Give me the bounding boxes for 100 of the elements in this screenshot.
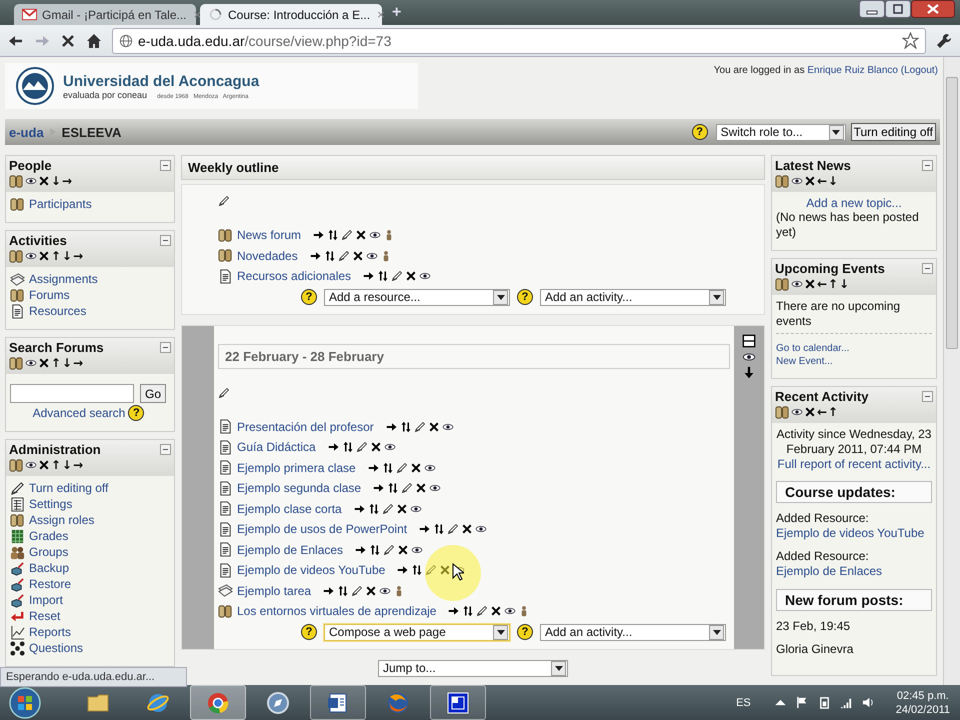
move-arrows[interactable]: ←↑	[817, 405, 840, 419]
taskbar-app-button[interactable]	[430, 685, 486, 720]
go-button[interactable]: Go	[140, 384, 166, 403]
block-link[interactable]: Settings	[29, 497, 72, 511]
power-icon[interactable]	[818, 696, 831, 709]
entry-link[interactable]: Ejemplo de videos YouTube	[776, 526, 932, 541]
delete-icon[interactable]	[490, 605, 502, 618]
activity-link[interactable]: Ejemplo segunda clase	[237, 481, 362, 496]
block-link[interactable]: Reset	[29, 609, 60, 623]
arrow-right-icon[interactable]	[419, 523, 432, 536]
collapse-icon[interactable]	[160, 342, 171, 353]
arrow-right-icon[interactable]	[448, 605, 460, 618]
delete-icon[interactable]	[804, 278, 816, 290]
add-activity-select[interactable]: Add an activity...	[540, 624, 726, 640]
delete-icon[interactable]	[38, 459, 50, 471]
pencil-icon[interactable]	[391, 270, 404, 282]
pencil-icon[interactable]	[218, 386, 230, 398]
activity-link[interactable]: Ejemplo primera clase	[237, 460, 356, 475]
turn-editing-off-button[interactable]: Turn editing off	[850, 123, 936, 141]
add-resource-select[interactable]: Compose a web page	[324, 624, 510, 640]
calendar-link[interactable]: Go to calendar...	[776, 343, 850, 354]
collapse-sections-icon[interactable]	[742, 334, 756, 348]
wrench-icon[interactable]	[936, 32, 952, 48]
arrow-right-icon[interactable]	[328, 441, 340, 454]
delete-icon[interactable]	[397, 544, 410, 556]
pencil-icon[interactable]	[396, 462, 408, 474]
delete-icon[interactable]	[410, 462, 422, 474]
block-link[interactable]: Turn editing off	[29, 481, 108, 495]
arrow-right-icon[interactable]	[313, 229, 326, 242]
arrow-right-icon[interactable]	[373, 482, 386, 494]
up-down-arrows-icon[interactable]	[327, 229, 340, 242]
up-down-arrows-icon[interactable]	[324, 250, 336, 262]
stop-icon[interactable]	[60, 32, 76, 48]
block-link[interactable]: Assignments	[29, 272, 98, 286]
up-down-arrows-icon[interactable]	[368, 502, 380, 515]
collapse-icon[interactable]	[922, 263, 933, 274]
delete-icon[interactable]	[396, 502, 408, 515]
delete-icon[interactable]	[461, 523, 474, 536]
taskbar-app-button[interactable]	[310, 685, 366, 720]
activity-link[interactable]: Ejemplo de usos de PowerPoint	[237, 522, 408, 536]
move-arrows[interactable]: ←↓	[817, 174, 840, 188]
delete-icon[interactable]	[428, 420, 440, 433]
arrow-right-icon[interactable]	[368, 462, 380, 474]
arrow-down-icon[interactable]	[742, 366, 756, 380]
arrow-right-icon[interactable]	[323, 584, 336, 597]
up-down-arrows-icon[interactable]	[462, 605, 474, 618]
speaker-icon[interactable]	[862, 696, 875, 709]
advanced-search-link[interactable]: Advanced search	[32, 406, 126, 420]
up-down-arrows-icon[interactable]	[387, 482, 400, 494]
block-link[interactable]: Restore	[29, 577, 72, 591]
pencil-icon[interactable]	[401, 482, 414, 494]
activity-link[interactable]: Los entornos virtuales de aprendizaje	[237, 604, 436, 618]
clock-date[interactable]: 24/02/2011	[896, 702, 950, 716]
activity-link[interactable]: Novedades	[237, 248, 298, 263]
activity-link[interactable]: Ejemplo de Enlaces	[237, 542, 344, 557]
delete-icon[interactable]	[415, 482, 428, 494]
up-down-arrows-icon[interactable]	[342, 441, 354, 454]
block-link[interactable]: Backup	[29, 561, 70, 575]
help-icon[interactable]: ?	[128, 405, 144, 421]
add-topic-link[interactable]: Add a new topic...	[806, 196, 902, 210]
activity-link[interactable]: Ejemplo clase corta	[237, 502, 342, 516]
move-arrows[interactable]: ←↑↓	[817, 277, 850, 291]
entry-link[interactable]: Ejemplo de Enlaces	[776, 564, 932, 579]
activity-link[interactable]: Presentación del profesor	[237, 420, 374, 434]
arrow-right-icon[interactable]	[310, 250, 322, 262]
language-indicator[interactable]: ES	[736, 696, 751, 708]
up-down-arrows-icon[interactable]	[369, 544, 382, 556]
delete-icon[interactable]	[352, 250, 364, 262]
user-link[interactable]: Enrique Ruiz Blanco	[807, 65, 898, 76]
add-activity-select[interactable]: Add an activity...	[540, 288, 726, 306]
collapse-icon[interactable]	[160, 444, 171, 455]
arrow-right-icon[interactable]	[355, 544, 368, 556]
eye-icon[interactable]	[25, 175, 37, 187]
arrow-right-icon[interactable]	[386, 420, 398, 433]
star-icon[interactable]	[902, 32, 919, 49]
new-tab-button[interactable]: +	[386, 4, 408, 22]
search-field[interactable]	[10, 384, 134, 403]
block-link[interactable]: Reports	[29, 625, 72, 639]
block-link[interactable]: Questions	[29, 641, 84, 655]
delete-icon[interactable]	[804, 175, 816, 187]
up-down-arrows-icon[interactable]	[337, 584, 350, 597]
collapse-icon[interactable]	[160, 160, 171, 171]
block-link[interactable]: Forums	[29, 288, 70, 302]
delete-icon[interactable]	[38, 250, 50, 262]
close-button[interactable]	[911, 0, 955, 18]
collapse-icon[interactable]	[922, 160, 933, 171]
jump-to-select[interactable]: Jump to...	[378, 660, 568, 676]
block-link[interactable]: Participants	[29, 197, 92, 211]
address-bar[interactable]: e-uda.uda.edu.ar/course/view.php?id=73	[112, 28, 926, 54]
delete-icon[interactable]	[804, 406, 816, 418]
activity-link[interactable]: News forum	[237, 228, 302, 242]
flag-icon[interactable]	[796, 696, 809, 709]
up-down-arrows-icon[interactable]	[377, 270, 390, 282]
activity-link[interactable]: Recursos adicionales	[237, 269, 352, 284]
activity-link[interactable]: Guía Didáctica	[237, 440, 316, 454]
pencil-icon[interactable]	[341, 229, 354, 242]
pencil-icon[interactable]	[356, 441, 368, 454]
add-resource-select[interactable]: Add a resource...	[324, 288, 510, 306]
collapse-icon[interactable]	[922, 391, 933, 402]
arrow-right-icon[interactable]	[397, 564, 410, 576]
